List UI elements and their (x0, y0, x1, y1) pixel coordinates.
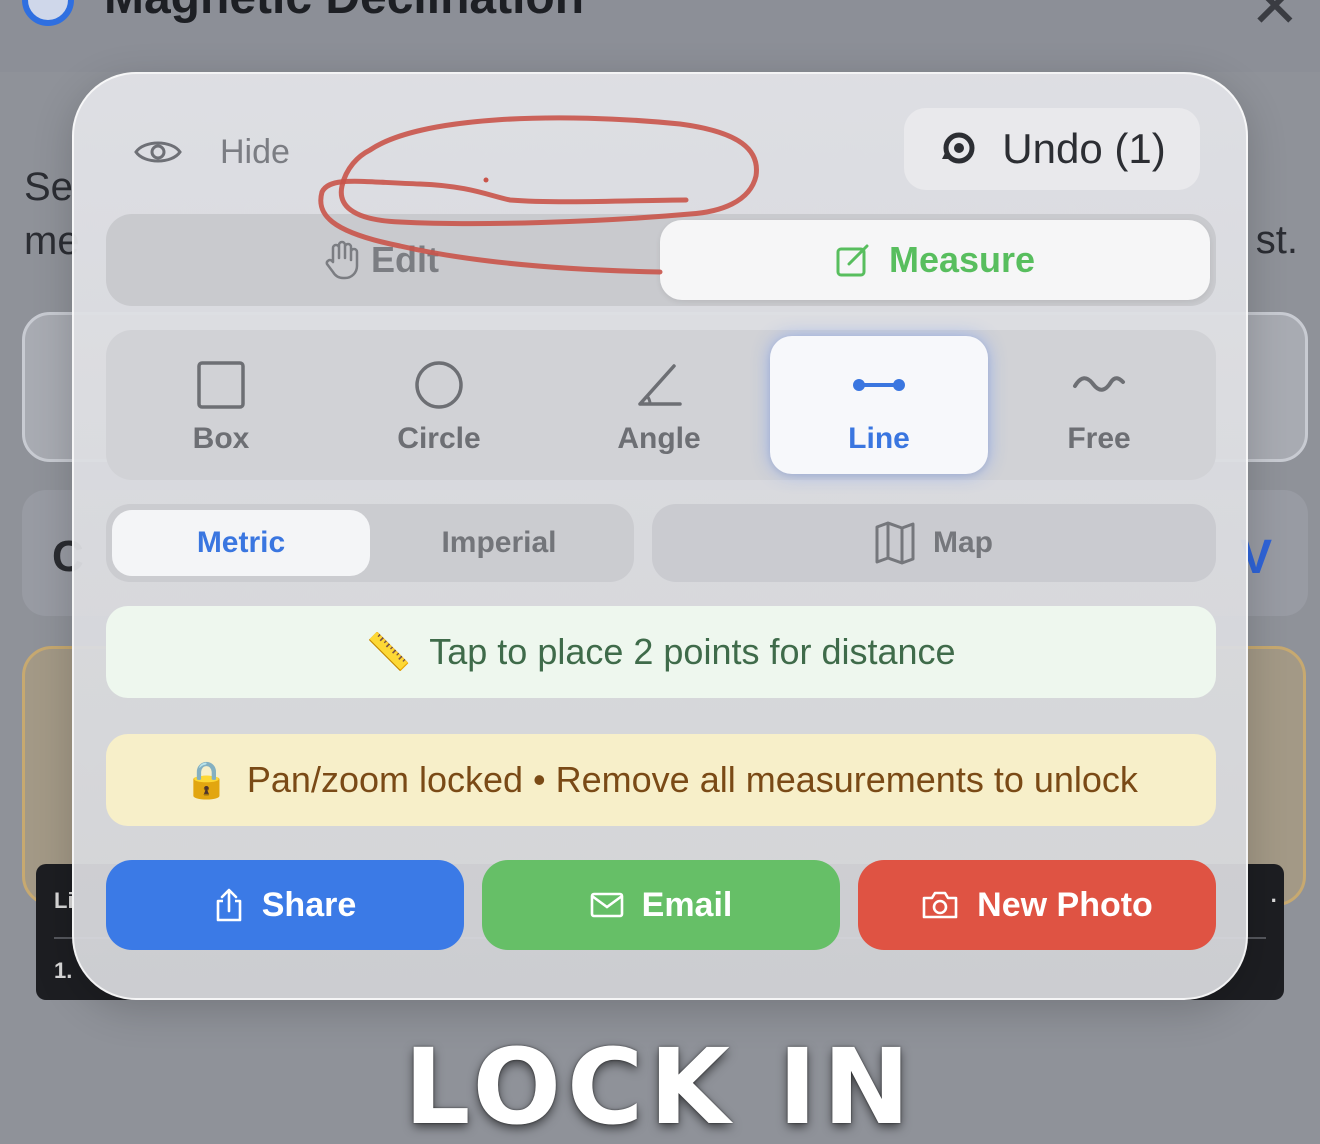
share-button[interactable]: Share (106, 860, 464, 950)
background-title: Magnetic Declination (104, 0, 584, 25)
email-label: Email (641, 885, 733, 924)
mail-icon (590, 892, 623, 918)
edit-square-icon (836, 244, 869, 277)
tool-angle[interactable]: Angle (550, 336, 768, 474)
mode-segmented-control: Edit Measure (106, 214, 1216, 306)
tool-box[interactable]: Box (112, 336, 330, 474)
measure-panel: Hide Undo (1) Edit Measure Box Circle An… (72, 72, 1248, 1000)
tab-measure[interactable]: Measure (660, 220, 1210, 300)
close-icon[interactable]: ✕ (1250, 0, 1300, 42)
instruction-text: Tap to place 2 points for distance (429, 631, 956, 672)
angle-icon (638, 364, 682, 406)
circle-icon (415, 361, 463, 409)
tool-line-label: Line (848, 422, 910, 455)
unit-metric[interactable]: Metric (112, 510, 370, 576)
line-icon (853, 379, 905, 391)
lock-icon: 🔒 (184, 759, 229, 800)
eye-icon (134, 141, 182, 163)
tool-free[interactable]: Free (990, 336, 1208, 474)
background-desc-tail: st. (1255, 218, 1298, 262)
email-button[interactable]: Email (482, 860, 840, 950)
tab-edit[interactable]: Edit (106, 214, 658, 306)
undo-button[interactable]: Undo (1) (904, 108, 1200, 190)
tool-picker: Box Circle Angle Line Free (106, 330, 1216, 480)
map-label: Map (933, 526, 993, 559)
tool-circle[interactable]: Circle (330, 336, 548, 474)
hand-icon (325, 240, 359, 280)
new-photo-button[interactable]: New Photo (858, 860, 1216, 950)
camera-icon (922, 891, 958, 919)
new-photo-label: New Photo (977, 885, 1153, 924)
tab-measure-label: Measure (888, 239, 1036, 280)
undo-label: Undo (1) (1002, 125, 1166, 172)
background-dark-dot: · (1270, 888, 1278, 913)
ruler-icon: 📏 (366, 631, 412, 672)
tool-box-label: Box (192, 422, 250, 455)
lock-banner: 🔒 Pan/zoom locked • Remove all measureme… (106, 734, 1216, 826)
background-dark-text-2: 1. (54, 958, 73, 983)
undo-icon (942, 132, 975, 164)
hide-toggle[interactable]: Hide (134, 130, 290, 174)
unit-imperial[interactable]: Imperial (370, 510, 628, 576)
map-icon (875, 521, 915, 565)
squiggle-icon (1073, 376, 1125, 392)
square-icon (197, 361, 245, 409)
overlay-caption: LOCK IN (404, 1026, 916, 1144)
tab-edit-label: Edit (371, 239, 439, 280)
lock-text: Pan/zoom locked • Remove all measurement… (246, 759, 1138, 800)
map-button[interactable]: Map (652, 504, 1216, 582)
hide-label: Hide (220, 132, 290, 171)
instruction-banner: 📏 Tap to place 2 points for distance (106, 606, 1216, 698)
background-dark-text-1: Li (54, 888, 74, 913)
tool-line[interactable]: Line (770, 336, 988, 474)
share-label: Share (261, 885, 357, 924)
tool-free-label: Free (1067, 422, 1131, 455)
share-icon (216, 888, 242, 922)
tool-circle-label: Circle (397, 422, 481, 455)
unit-segmented-control: Metric Imperial (106, 504, 634, 582)
tool-angle-label: Angle (617, 422, 701, 455)
